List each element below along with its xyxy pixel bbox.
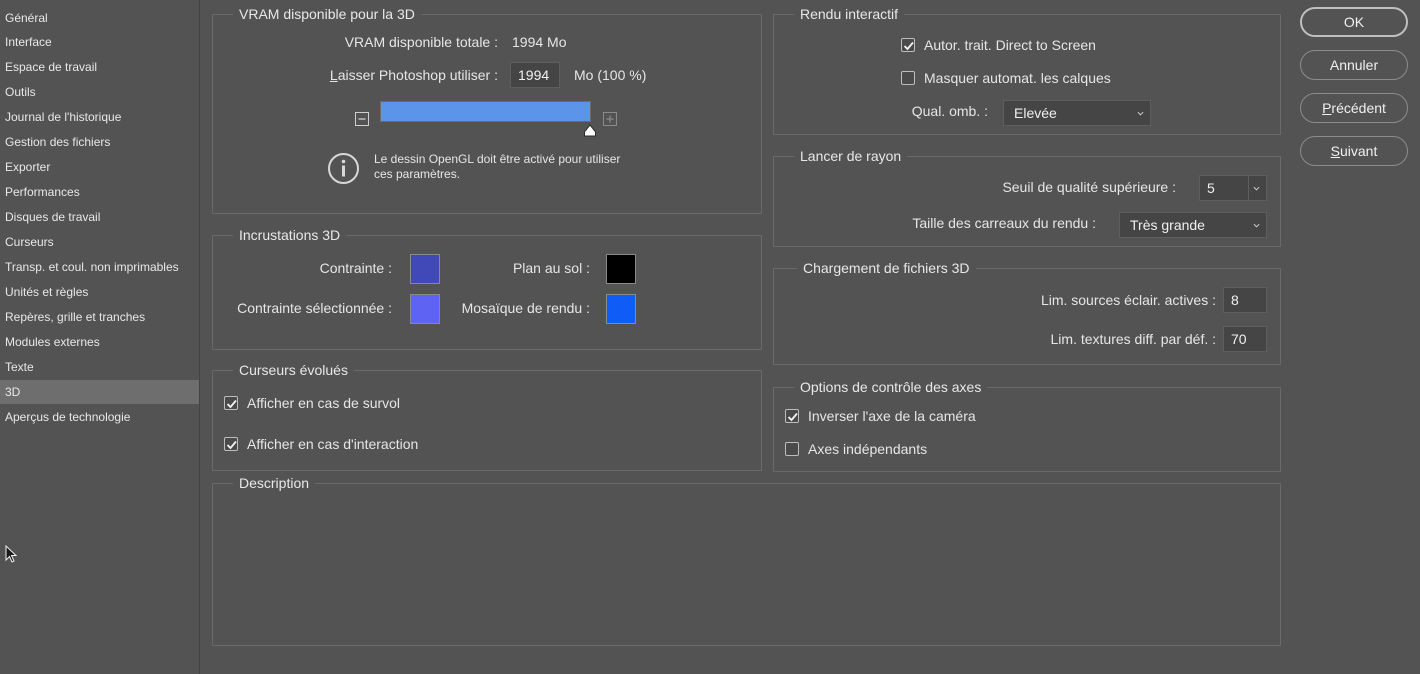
- opengl-info-line-1: Le dessin OpenGL doit être activé pour u…: [374, 152, 621, 166]
- opengl-info-line-2: ces paramètres.: [374, 167, 461, 181]
- render-tiles-color-swatch[interactable]: [606, 294, 636, 324]
- vram-allow-label: Laisser Photoshop utiliser :: [329, 67, 498, 83]
- tile-size-value: Très grande: [1130, 217, 1205, 233]
- vram-allow-input[interactable]: 1994: [510, 62, 560, 88]
- file-loading-group-title: Chargement de fichiers 3D: [797, 259, 976, 277]
- direct-to-screen-label: Autor. trait. Direct to Screen: [924, 37, 1096, 53]
- texture-limit-label: Lim. textures diff. par déf. :: [1050, 331, 1216, 347]
- rich-cursors-group: Curseurs évolués: [212, 361, 762, 471]
- sidebar-item-file-handling[interactable]: Gestion des fichiers: [0, 130, 199, 154]
- vram-total-label: VRAM disponible totale :: [344, 34, 498, 50]
- overlays-group: Incrustations 3D: [212, 226, 762, 350]
- independent-axes-checkbox[interactable]: [785, 442, 799, 456]
- next-button[interactable]: Suivant: [1300, 136, 1408, 166]
- sidebar-item-workspace[interactable]: Espace de travail: [0, 55, 199, 79]
- tile-size-label: Taille des carreaux du rendu :: [912, 215, 1096, 231]
- active-lights-limit-label: Lim. sources éclair. actives :: [1040, 292, 1216, 308]
- auto-hide-layers-checkbox[interactable]: [901, 71, 915, 85]
- independent-axes-label: Axes indépendants: [808, 441, 928, 457]
- show-on-interaction-label: Afficher en cas d'interaction: [247, 436, 419, 452]
- minus-box-icon[interactable]: [355, 112, 369, 126]
- sidebar-item-units-rulers[interactable]: Unités et règles: [0, 280, 199, 304]
- selected-constraint-color-swatch[interactable]: [410, 294, 440, 324]
- invert-camera-axis-label: Inverser l'axe de la caméra: [808, 408, 976, 424]
- sidebar-item-type[interactable]: Texte: [0, 355, 199, 379]
- info-circle-icon: [328, 153, 359, 184]
- show-on-interaction-checkbox[interactable]: [224, 437, 238, 451]
- sidebar-item-technology-previews[interactable]: Aperçus de technologie: [0, 405, 199, 429]
- direct-to-screen-checkbox[interactable]: [901, 38, 915, 52]
- sidebar-item-tools[interactable]: Outils: [0, 80, 199, 104]
- sidebar-item-performance[interactable]: Performances: [0, 180, 199, 204]
- sidebar-item-scratch-disks[interactable]: Disques de travail: [0, 205, 199, 229]
- vram-allow-unit: Mo (100 %): [574, 67, 647, 83]
- shadow-quality-select[interactable]: Elevée: [1003, 100, 1151, 126]
- ray-tracer-group-title: Lancer de rayon: [794, 147, 908, 165]
- selected-constraint-label: Contrainte sélectionnée :: [237, 300, 392, 316]
- vram-slider-track[interactable]: [380, 101, 591, 122]
- vram-group-title: VRAM disponible pour la 3D: [233, 5, 421, 23]
- constraint-color-swatch[interactable]: [410, 254, 440, 284]
- cancel-button[interactable]: Annuler: [1300, 50, 1408, 80]
- axis-control-group-title: Options de contrôle des axes: [794, 378, 988, 396]
- mouse-pointer-icon: [5, 545, 17, 563]
- shadow-quality-label: Qual. omb. :: [911, 103, 988, 119]
- active-lights-limit-input[interactable]: 8: [1223, 287, 1267, 313]
- axis-control-group: Options de contrôle des axes: [773, 378, 1281, 472]
- vram-total-value: 1994 Mo: [512, 34, 567, 50]
- chevron-down-icon: [1253, 186, 1260, 191]
- plus-box-icon[interactable]: [603, 112, 617, 126]
- ground-plane-color-swatch[interactable]: [606, 254, 636, 284]
- checkmark-icon: [226, 399, 237, 409]
- chevron-down-icon: [1137, 111, 1144, 116]
- sidebar-item-interface[interactable]: Interface: [0, 30, 199, 54]
- shadow-quality-value: Elevée: [1014, 105, 1057, 121]
- auto-hide-layers-label: Masquer automat. les calques: [924, 70, 1111, 86]
- sidebar-item-export[interactable]: Exporter: [0, 155, 199, 179]
- tile-size-select[interactable]: Très grande: [1119, 212, 1267, 238]
- constraint-label: Contrainte :: [319, 260, 392, 276]
- overlays-group-title: Incrustations 3D: [233, 226, 347, 244]
- vram-slider-fill: [381, 102, 590, 121]
- ok-button[interactable]: OK: [1300, 7, 1408, 37]
- file-loading-group: Chargement de fichiers 3D: [773, 259, 1281, 365]
- description-group-title: Description: [233, 474, 316, 492]
- sidebar-item-cursors[interactable]: Curseurs: [0, 230, 199, 254]
- sidebar-item-3d[interactable]: 3D: [0, 380, 199, 404]
- ground-plane-label: Plan au sol :: [512, 260, 590, 276]
- sidebar-item-history-log[interactable]: Journal de l'historique: [0, 105, 199, 129]
- show-on-hover-checkbox[interactable]: [224, 396, 238, 410]
- sidebar-item-guides-grid[interactable]: Repères, grille et tranches: [0, 305, 199, 329]
- chevron-down-icon: [1253, 223, 1260, 228]
- quality-threshold-select[interactable]: 5: [1199, 175, 1267, 201]
- checkmark-icon: [226, 440, 237, 450]
- texture-limit-input[interactable]: 70: [1223, 326, 1267, 352]
- sidebar-item-general[interactable]: Général: [0, 6, 199, 30]
- previous-button[interactable]: Précédent: [1300, 93, 1408, 123]
- rich-cursors-group-title: Curseurs évolués: [233, 361, 354, 379]
- checkmark-icon: [903, 41, 914, 51]
- interactive-rendering-group-title: Rendu interactif: [794, 5, 905, 23]
- sidebar-item-plugins[interactable]: Modules externes: [0, 330, 199, 354]
- invert-camera-axis-checkbox[interactable]: [785, 409, 799, 423]
- show-on-hover-label: Afficher en cas de survol: [247, 395, 401, 411]
- description-group: Description: [212, 474, 1281, 646]
- quality-threshold-label: Seuil de qualité supérieure :: [1002, 179, 1176, 195]
- sidebar-item-transparency-gamut[interactable]: Transp. et coul. non imprimables: [0, 255, 199, 279]
- checkmark-icon: [787, 412, 798, 422]
- preferences-sidebar: Général Interface Espace de travail Outi…: [0, 0, 200, 674]
- render-tiles-label: Mosaïque de rendu :: [461, 300, 590, 316]
- quality-threshold-value: 5: [1207, 180, 1215, 196]
- slider-thumb-icon[interactable]: [583, 124, 597, 137]
